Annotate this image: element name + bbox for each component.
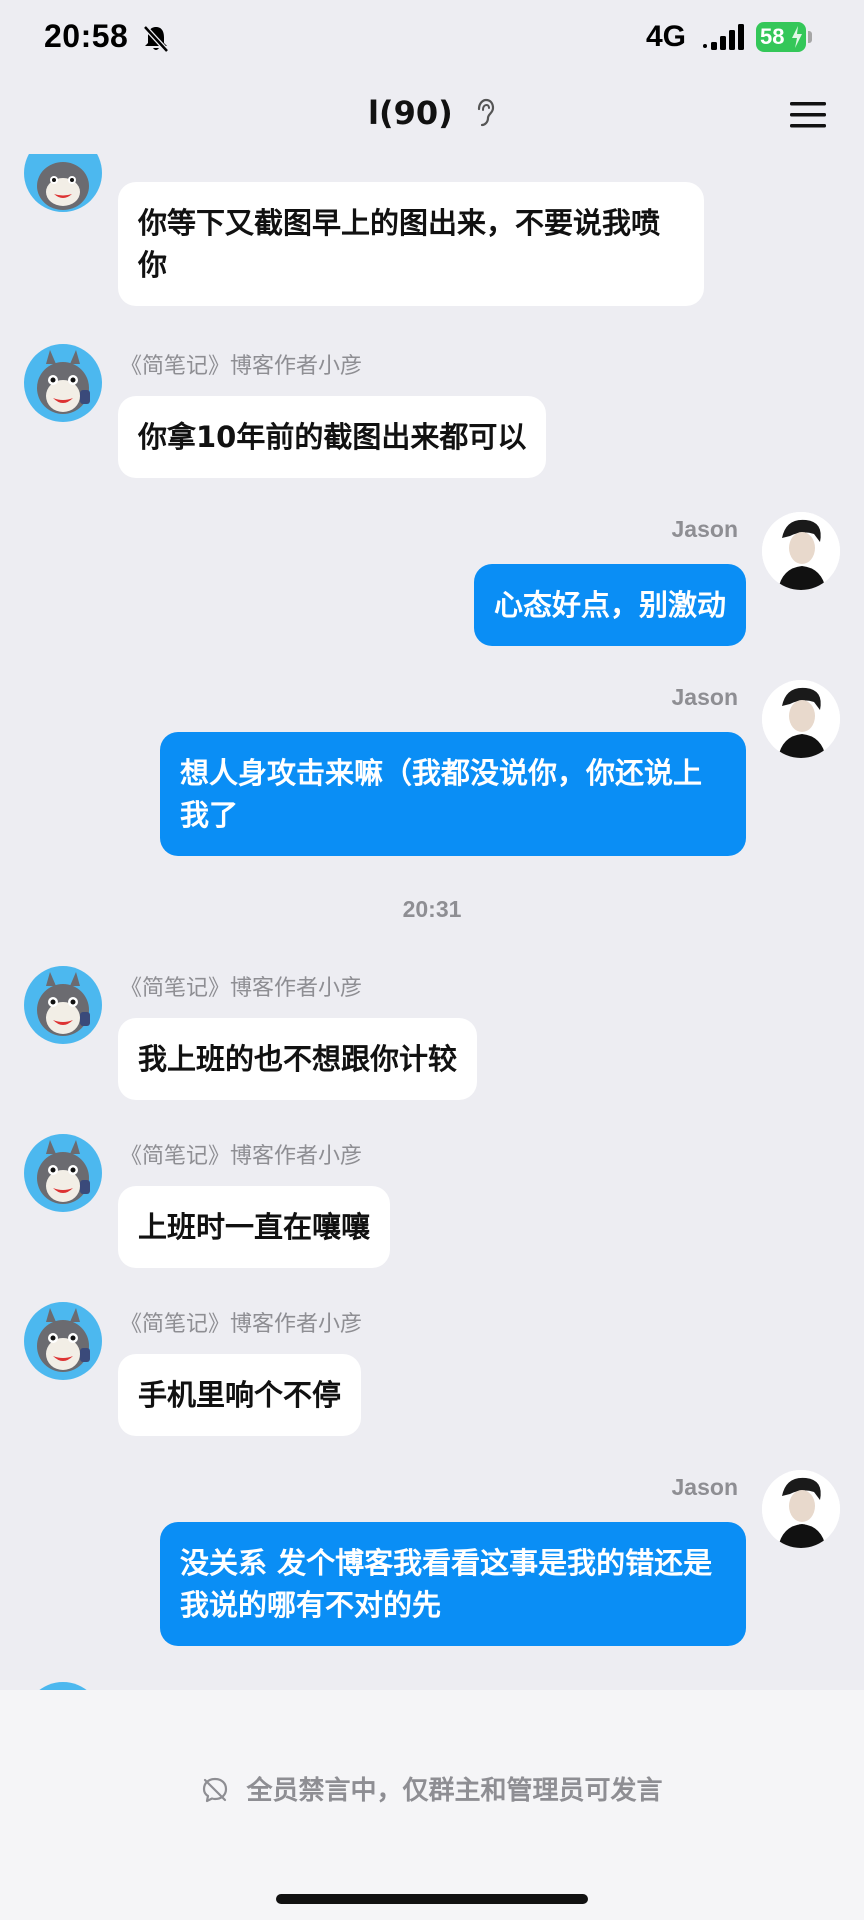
avatar[interactable] [762,512,840,590]
message-list[interactable]: 你等下又截图早上的图出来，不要说我喷你 《简笔记》博客作者小彦 你拿10年前的截… [0,154,864,1690]
message-text: 没关系 发个博客我看看这事是我的错还是我说的哪有不对的先 [180,1546,713,1622]
avatar[interactable] [24,1302,102,1380]
message-bubble[interactable]: 手机里响个不停 [118,1354,362,1436]
sender-name: Jason [671,516,738,542]
sender-name: 《简笔记》博客作者小彦 [120,1312,363,1337]
muted-chat-icon [203,1777,228,1803]
battery-tip [808,31,812,43]
totoro-avatar-icon [37,162,89,210]
jason-avatar-icon [762,680,840,758]
nav-bar: l(90) [0,78,864,154]
status-bar: 20:58 4G 58 [0,0,864,78]
message-text: 上班时一直在嚷嚷 [138,1210,371,1244]
sender-name: Jason [671,1474,738,1500]
chat-title-row[interactable]: l(90) [0,94,864,132]
battery-level: 58 [760,24,785,49]
input-area: 全员禁言中，仅群主和管理员可发言 [0,1690,864,1920]
message-bubble[interactable]: 心态好点，别激动 [473,564,746,646]
sender-name: 《简笔记》博客作者小彦 [120,354,363,379]
totoro-avatar-icon [37,972,90,1036]
dots-icon [703,44,707,48]
message-text: 手机里响个不停 [138,1378,342,1412]
bell-muted-icon [143,25,169,53]
ear-icon [477,98,495,127]
message-text: 你等下又截图早上的图出来，不要说我喷你 [138,206,661,282]
totoro-avatar-icon [37,350,90,414]
home-indicator[interactable] [276,1894,588,1904]
message-bubble[interactable]: 你拿10年前的截图出来都可以 [118,396,547,478]
message-text: 你拿10年前的截图出来都可以 [138,420,527,454]
message-bubble[interactable]: 没关系 发个博客我看看这事是我的错还是我说的哪有不对的先 [160,1522,746,1646]
avatar[interactable] [24,1682,102,1690]
status-time: 20:58 [44,18,129,54]
totoro-avatar-icon [37,1308,90,1372]
totoro-avatar-icon [37,1140,90,1204]
menu-icon[interactable] [788,98,828,132]
avatar[interactable] [24,966,102,1044]
message-text: 我上班的也不想跟你计较 [138,1042,458,1076]
sender-name: Jason [671,684,738,710]
avatar[interactable] [24,1134,102,1212]
message-text: 想人身攻击来嘛（我都没说你，你还说上我了 [180,756,703,832]
sender-name: 《简笔记》博客作者小彦 [120,976,363,1001]
mute-notice-row: 全员禁言中，仅群主和管理员可发言 [0,1770,864,1807]
avatar[interactable] [24,154,102,212]
jason-avatar-icon [762,1470,840,1548]
time-divider: 20:31 [402,896,462,922]
chat-title[interactable]: l(90) [368,94,453,132]
signal-icon [711,24,744,50]
jason-avatar-icon [762,512,840,590]
avatar[interactable] [24,344,102,422]
avatar[interactable] [762,680,840,758]
message-text: 心态好点，别激动 [493,588,726,622]
sender-name: 《简笔记》博客作者小彦 [120,1144,363,1169]
mute-notice: 全员禁言中，仅群主和管理员可发言 [246,1776,663,1806]
message-bubble[interactable]: 我上班的也不想跟你计较 [118,1018,478,1100]
message-bubble[interactable]: 想人身攻击来嘛（我都没说你，你还说上我了 [160,732,746,856]
avatar[interactable] [762,1470,840,1548]
network-label: 4G [646,20,687,53]
message-bubble[interactable]: 你等下又截图早上的图出来，不要说我喷你 [118,182,704,306]
bolt-icon [792,26,802,48]
message-bubble[interactable]: 上班时一直在嚷嚷 [118,1186,391,1268]
